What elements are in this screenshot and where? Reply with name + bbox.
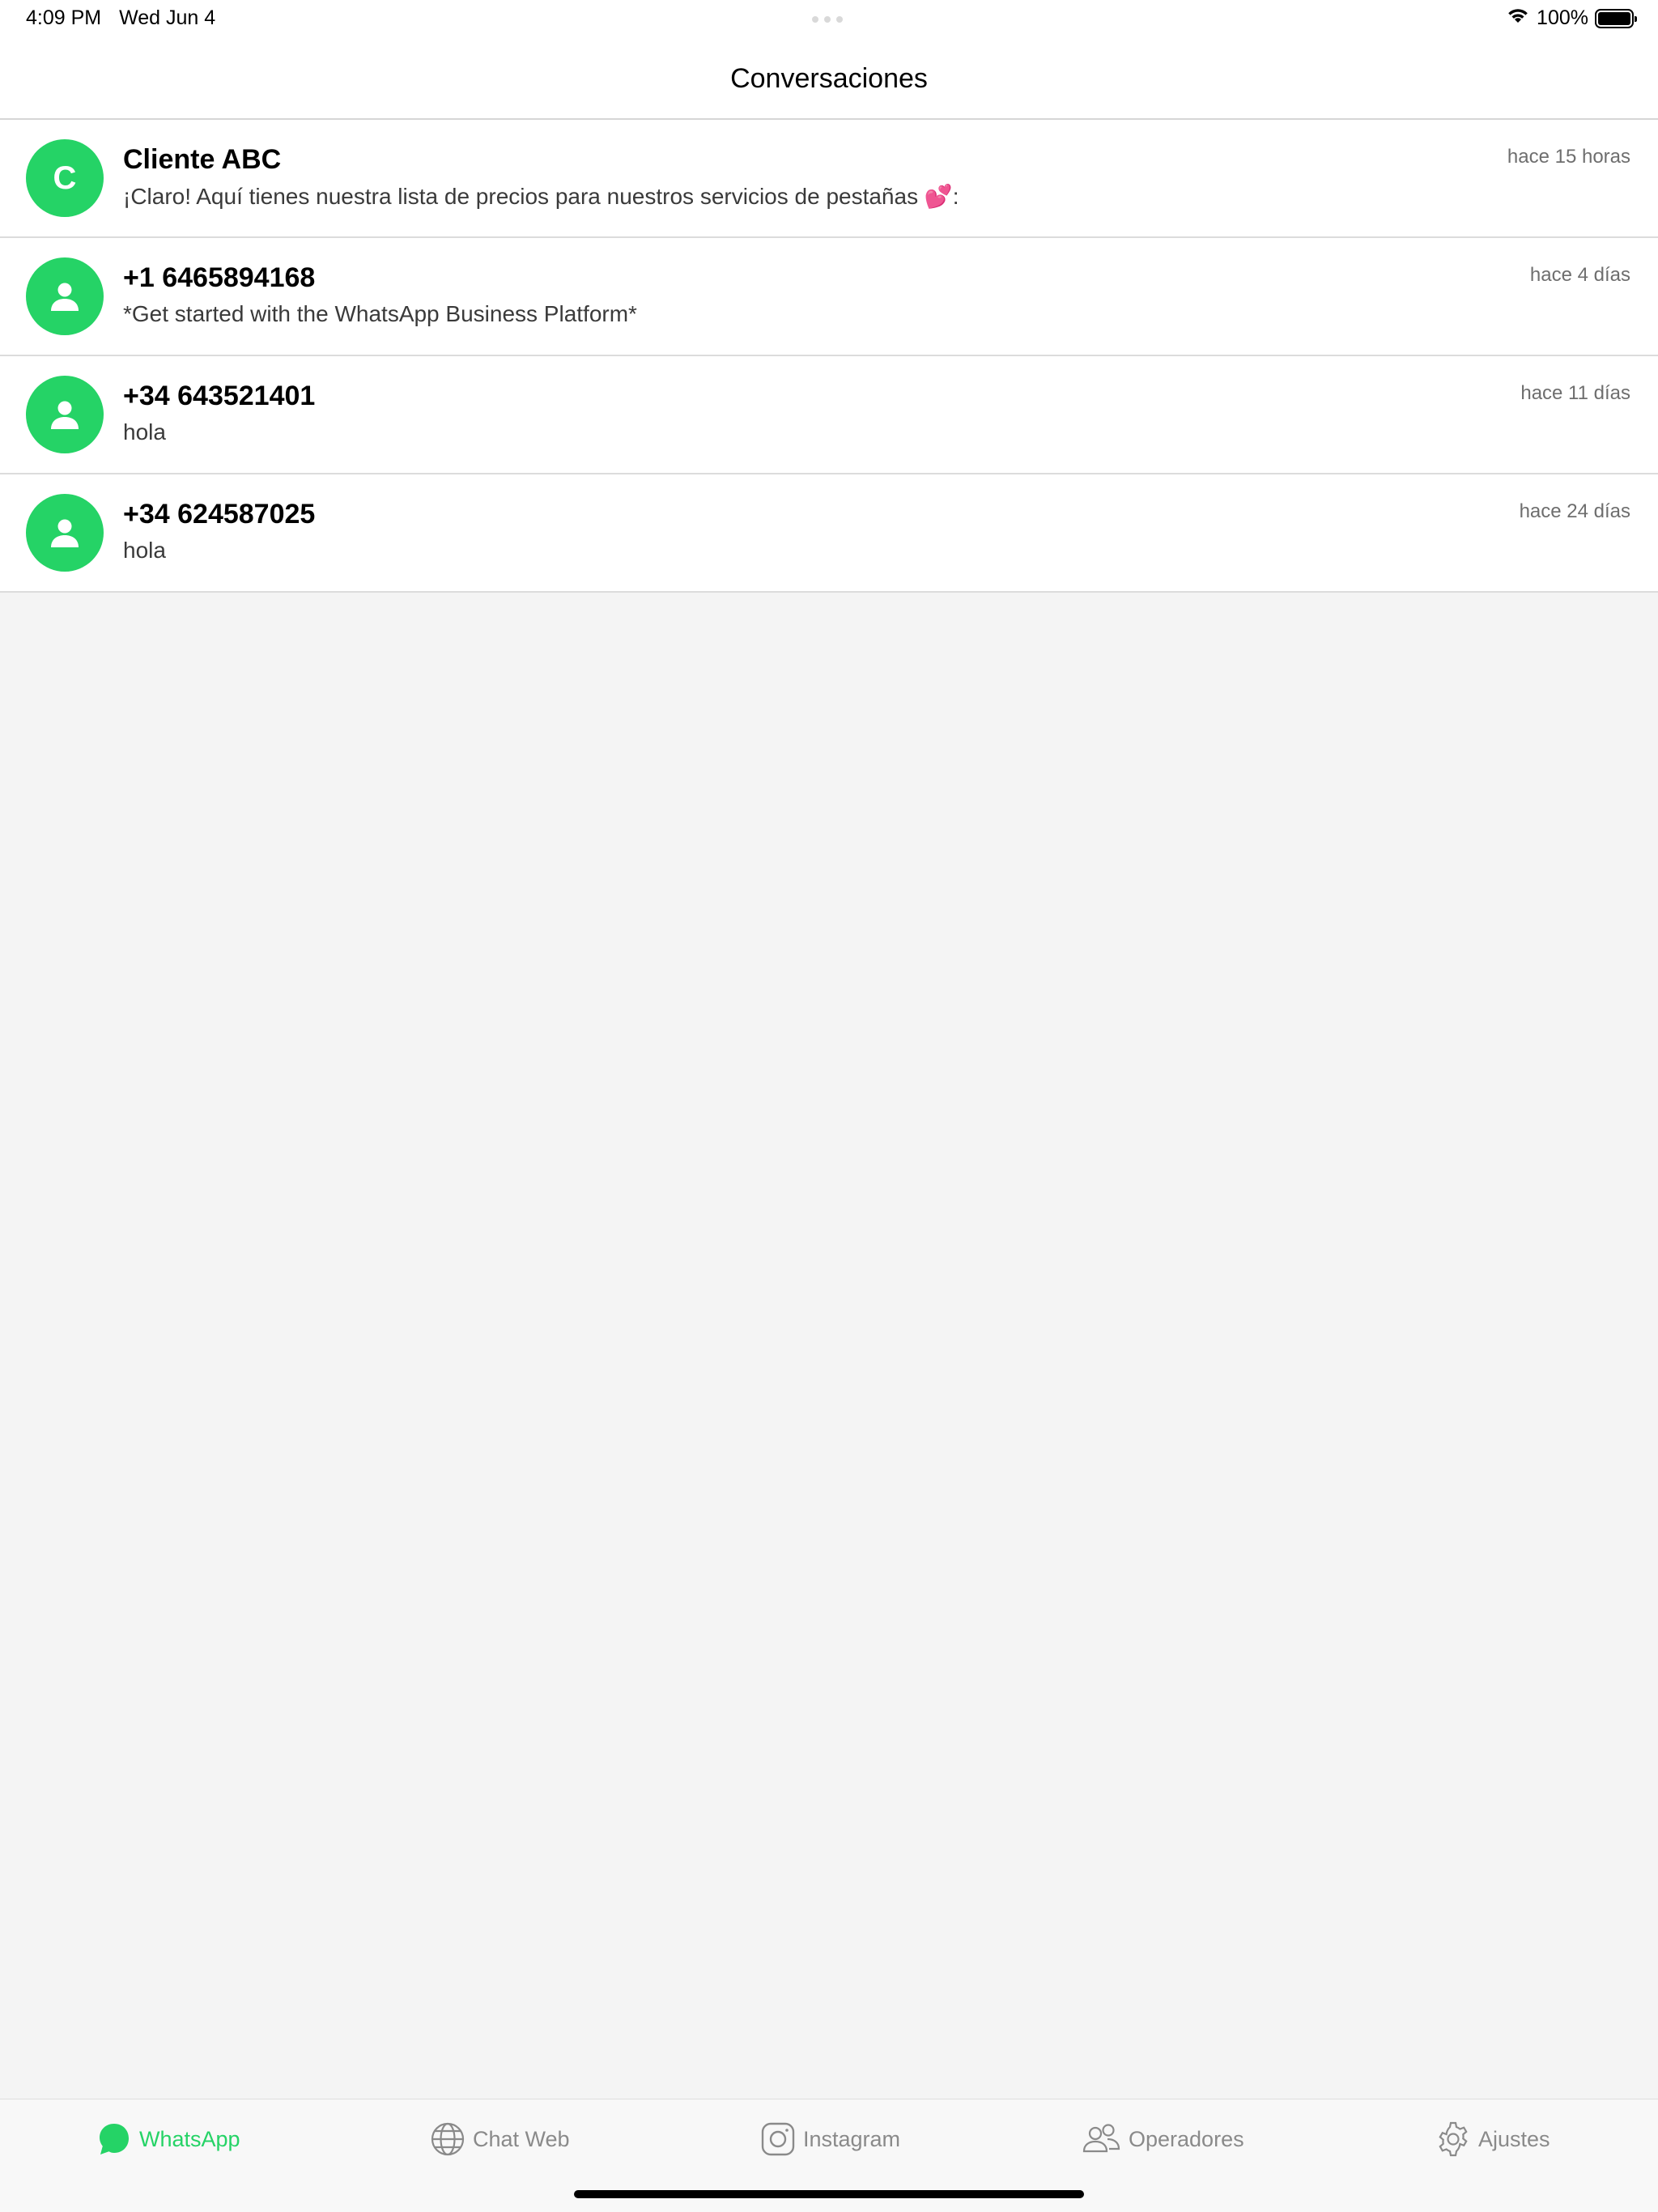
conversation-time: hace 4 días [1529,264,1630,286]
message-preview: *Get started with the WhatsApp Business … [123,301,637,326]
contact-name: +34 643521401 [123,381,316,411]
avatar: C [26,139,104,217]
conversation-item[interactable]: +34 643521401 hola hace 11 días [0,356,1658,474]
tab-ajustes[interactable]: Ajustes [1435,2121,1550,2158]
conversation-time: hace 11 días [1520,382,1630,404]
message-preview: hola [123,419,166,445]
tab-label: Operadores [1129,2126,1244,2151]
contact-name: Cliente ABC [123,144,282,175]
tab-label: WhatsApp [139,2126,240,2151]
tab-operadores[interactable]: Operadores [1082,2121,1244,2158]
conversation-time: hace 15 horas [1507,146,1630,168]
page-title: Conversaciones [730,62,928,94]
person-icon [51,401,79,429]
whatsapp-icon [100,2124,129,2155]
avatar [26,376,104,453]
dot [836,16,843,23]
status-time: 4:09 PM [26,6,102,29]
conversation-time: hace 24 días [1519,500,1630,522]
status-bar: 4:09 PM Wed Jun 4 100% [0,0,1658,39]
globe-icon [431,2122,465,2156]
navigation-header: Conversaciones [0,39,1658,120]
message-preview: hola [123,538,166,563]
person-icon [51,519,79,547]
conversation-item[interactable]: +1 6465894168 *Get started with the What… [0,238,1658,356]
status-left: 4:09 PM Wed Jun 4 [26,6,215,30]
conversation-item[interactable]: +34 624587025 hola hace 24 días [0,474,1658,593]
battery-percent: 100% [1537,6,1588,29]
avatar [26,257,104,335]
dot [824,16,831,23]
person-icon [51,283,79,311]
conversation-list: C Cliente ABC ¡Claro! Aquí tienes nuestr… [0,120,1658,593]
tab-label: Instagram [803,2126,901,2151]
contact-name: +34 624587025 [123,499,316,530]
tab-instagram[interactable]: Instagram [759,2121,900,2158]
conversation-item[interactable]: C Cliente ABC ¡Claro! Aquí tienes nuestr… [0,120,1658,238]
tab-label: Chat Web [473,2126,570,2151]
status-right: 100% [1506,6,1637,30]
message-preview: ¡Claro! Aquí tienes nuestra lista de pre… [123,184,959,209]
wifi-icon [1506,6,1530,30]
battery-icon [1595,8,1637,28]
status-date: Wed Jun 4 [119,6,216,29]
instagram-icon [761,2122,795,2156]
users-icon [1082,2124,1120,2153]
contact-name: +1 6465894168 [123,262,316,293]
tab-chat-web[interactable]: Chat Web [429,2121,570,2158]
avatar [26,494,104,572]
multitasking-dots[interactable] [812,16,843,23]
avatar-letter: C [53,160,77,196]
home-indicator[interactable] [574,2190,1084,2198]
dot [812,16,818,23]
tab-whatsapp[interactable]: WhatsApp [96,2121,240,2158]
battery-fill [1598,11,1630,25]
tab-label: Ajustes [1478,2126,1550,2151]
gear-icon [1439,2121,1468,2157]
